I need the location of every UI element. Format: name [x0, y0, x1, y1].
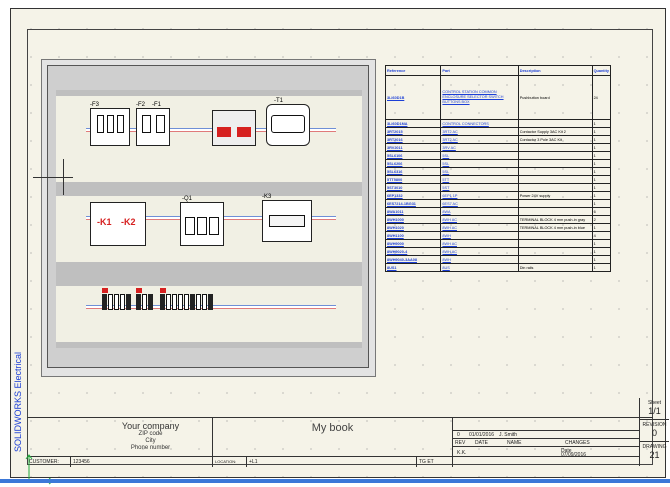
bom-table: Reference Part Description Quantity 3LI6… — [384, 65, 612, 272]
edit-row: K.K. Date 07/09/2016 — [453, 446, 639, 458]
wire-duct-bottom — [56, 342, 362, 348]
customer-value: 123456 — [71, 457, 213, 467]
bom-header-part: Part — [440, 65, 519, 76]
terminal-marker-red-3 — [160, 288, 166, 293]
table-row: 3RT2015 3RT2 AC Contactor Supply 3AC Kit 2… — [384, 127, 612, 136]
mounting-plate[interactable]: -F3 -F2 -F1 -T1 -K1 -K2 -Q1 -K3 — [56, 90, 362, 348]
wire-duct-middle — [56, 182, 362, 196]
red-label-k1: -K1 — [97, 217, 112, 227]
tg-value: TG ET — [417, 457, 453, 467]
revision-headers: REV DATE NAME CHANGES — [453, 438, 639, 446]
table-row: 5SL6206 5SL 1 — [384, 159, 612, 168]
cabinet-enclosure[interactable]: -F3 -F2 -F1 -T1 -K1 -K2 -Q1 -K3 — [47, 65, 369, 368]
company-block: Your company ZIP code City Phone number — [89, 418, 213, 456]
terminal-strip-x1[interactable] — [102, 294, 131, 310]
circuit-breaker-f3[interactable] — [90, 108, 130, 146]
table-row: 5TT5800 5TT 1 — [384, 175, 612, 184]
revision-row: 0 01/01/2016 J. Smith — [453, 430, 639, 438]
terminal-marker-red-1 — [102, 288, 108, 293]
title-bottom-row: CUSTOMER: 123456 LOCATION: +L1 TG ET — [27, 456, 639, 467]
crosshair-v — [63, 159, 64, 195]
table-row: 8WH1020 8WH AC TERMINAL BLOCK 4 mm push-in… — [384, 223, 612, 232]
location-label: LOCATION: — [213, 457, 247, 467]
red-label-k2: -K2 — [121, 217, 136, 227]
table-row: 6ES7214-1BG31 6ES7 AC 1 — [384, 199, 612, 208]
bom-header-reference: Reference — [384, 65, 442, 76]
table-row: 3RV2011 3RV AC 1 — [384, 143, 612, 152]
table-row: 8WH9040-3AA08 8WH 1 — [384, 255, 612, 264]
company-phone: Phone number — [130, 445, 171, 451]
title-block: Your company ZIP code City Phone number … — [27, 398, 669, 467]
motor-protector-q1[interactable] — [180, 202, 224, 246]
table-row: 3LI60D1MA CONTROL CONNECTORS 1 — [384, 119, 612, 128]
table-row: 8WH9000 8WH AC 1 — [384, 239, 612, 248]
company-city: City — [145, 438, 156, 444]
table-row: 8US1 8US Din rails 1 — [384, 263, 612, 272]
table-row: 6EP1332 6EP1 1P Power 24V supply 1 — [384, 191, 612, 200]
contactor-pair-upper[interactable] — [212, 110, 256, 146]
contactor-k1-k2[interactable]: -K1 -K2 — [90, 202, 146, 246]
terminal-strip-x2[interactable] — [136, 294, 153, 310]
wire-duct-top — [56, 90, 362, 96]
terminal-marker-red-2 — [136, 288, 142, 293]
table-row: 3RT2016 3RT2 AC Contactor 3 Pole 3AC Kit 1 — [384, 135, 612, 144]
table-row: 3LI60D1B CONTROL STATION COMMON ENCLOSUR… — [384, 75, 612, 120]
crosshair-h — [33, 177, 73, 178]
location-value: +L1 — [247, 457, 417, 467]
table-row: 5ST3010 5ST 1 — [384, 183, 612, 192]
sheet-info: Sheet 1/1 REVISION 0 DRAWING 21 — [639, 398, 669, 466]
circuit-breaker-f1-f2[interactable] — [136, 108, 170, 146]
company-zip: ZIP code — [138, 431, 163, 437]
bom-header-quantity: Quantity — [591, 65, 612, 76]
book-title: My book — [213, 418, 453, 456]
window-bottom-border — [0, 479, 670, 483]
wire-duct-lower — [56, 262, 362, 286]
table-row: 8WH1000 8WH AC TERMINAL BLOCK 4 mm push-in… — [384, 215, 612, 224]
drawing-sheet: SOLIDWORKS Electrical -F3 -F2 -F1 -T1 -K… — [10, 8, 669, 485]
plc-k3[interactable] — [262, 200, 312, 242]
table-row: 5SL6106 5SL 1 — [384, 151, 612, 160]
table-row: 5SL6316 5SL 1 — [384, 167, 612, 176]
table-row: 8WH1100 8WH 4 — [384, 231, 612, 240]
bom-header-description: Description — [517, 65, 593, 76]
table-row: 8WH9020-4 8WH AC 1 — [384, 247, 612, 256]
table-row: 8WA1011 8WA 6 — [384, 207, 612, 216]
terminal-strip-x3[interactable] — [160, 294, 213, 310]
transformer-t1[interactable] — [266, 104, 310, 146]
company-name: Your company — [121, 421, 180, 431]
